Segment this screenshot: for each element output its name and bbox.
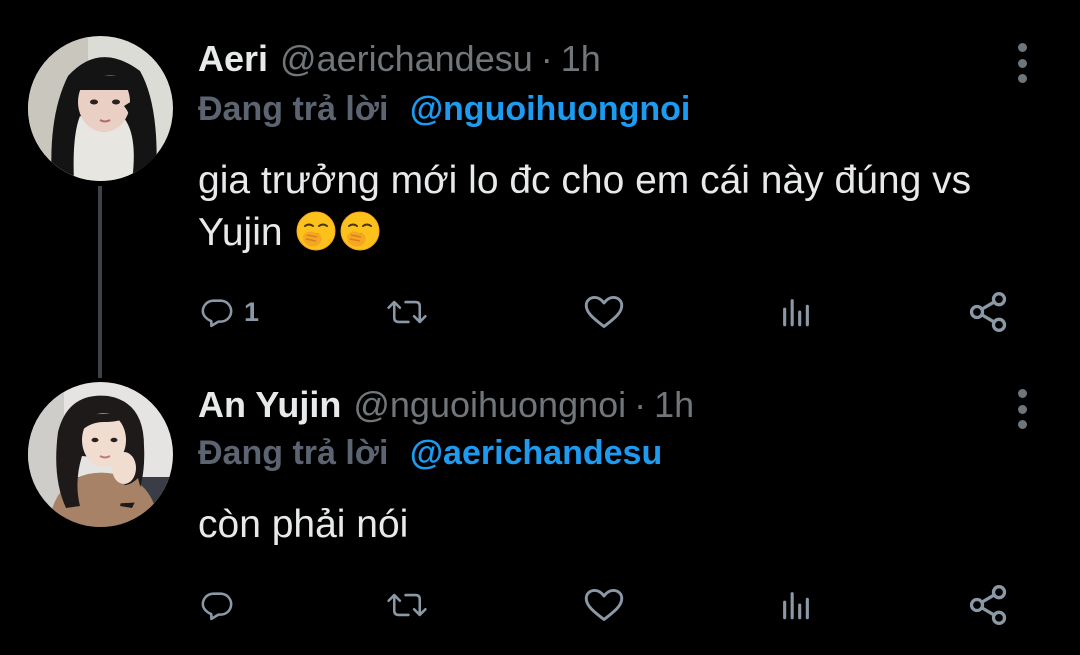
- views-icon: [776, 295, 816, 329]
- share-icon: [966, 583, 1010, 627]
- tweet-actions: 1: [0, 287, 1080, 337]
- separator-dot: ·: [634, 384, 647, 425]
- retweet-icon: [385, 588, 429, 622]
- tweet-header: An Yujin @nguoihuongnoi · 1h: [198, 384, 694, 434]
- reply-button[interactable]: 1: [200, 287, 259, 337]
- replying-to: Đang trả lời @nguoihuongnoi: [198, 90, 690, 129]
- tweet-text: gia trưởng mới lo đc cho em cái này đúng…: [198, 155, 1038, 259]
- avatar[interactable]: [28, 36, 173, 181]
- views-button[interactable]: [776, 580, 816, 630]
- display-name[interactable]: An Yujin: [198, 384, 341, 426]
- avatar[interactable]: [28, 382, 173, 527]
- yawning-face-emoji: [339, 210, 381, 252]
- separator-dot: ·: [540, 38, 553, 79]
- share-icon: [966, 290, 1010, 334]
- tweet[interactable]: An Yujin @nguoihuongnoi · 1h Đang trả lờ…: [0, 362, 1080, 655]
- retweet-button[interactable]: [385, 580, 439, 630]
- replying-to-label: Đang trả lời: [198, 434, 389, 472]
- tweet-actions: [0, 580, 1080, 630]
- views-icon: [776, 588, 816, 622]
- more-icon[interactable]: [1010, 389, 1034, 429]
- heart-icon: [583, 587, 625, 623]
- share-button[interactable]: [966, 287, 1010, 337]
- tweet-text: còn phải nói: [198, 499, 1038, 551]
- yawning-face-emoji: [295, 210, 337, 252]
- like-button[interactable]: [583, 287, 635, 337]
- reply-count: 1: [244, 296, 260, 327]
- tweet-header: Aeri @aerichandesu · 1h: [198, 38, 601, 88]
- replying-to-handle-link[interactable]: @nguoihuongnoi: [410, 90, 691, 128]
- tweet[interactable]: Aeri @aerichandesu · 1h Đang trả lời @ng…: [0, 0, 1080, 362]
- views-button[interactable]: [776, 287, 816, 337]
- user-handle[interactable]: @nguoihuongnoi: [353, 384, 626, 426]
- reply-icon: [200, 588, 234, 622]
- more-icon[interactable]: [1010, 43, 1034, 83]
- tweet-thread: Aeri @aerichandesu · 1h Đang trả lời @ng…: [0, 0, 1080, 655]
- reply-button[interactable]: [200, 580, 244, 630]
- timestamp[interactable]: 1h: [561, 38, 601, 80]
- reply-icon: [200, 295, 234, 329]
- share-button[interactable]: [966, 580, 1010, 630]
- heart-icon: [583, 294, 625, 330]
- replying-to: Đang trả lời @aerichandesu: [198, 434, 662, 473]
- tweet-text-content: còn phải nói: [198, 503, 409, 546]
- replying-to-label: Đang trả lời: [198, 90, 389, 128]
- retweet-icon: [385, 295, 429, 329]
- like-button[interactable]: [583, 580, 635, 630]
- retweet-button[interactable]: [385, 287, 439, 337]
- timestamp[interactable]: 1h: [654, 384, 694, 426]
- display-name[interactable]: Aeri: [198, 38, 268, 80]
- user-handle[interactable]: @aerichandesu: [280, 38, 533, 80]
- replying-to-handle-link[interactable]: @aerichandesu: [410, 434, 662, 472]
